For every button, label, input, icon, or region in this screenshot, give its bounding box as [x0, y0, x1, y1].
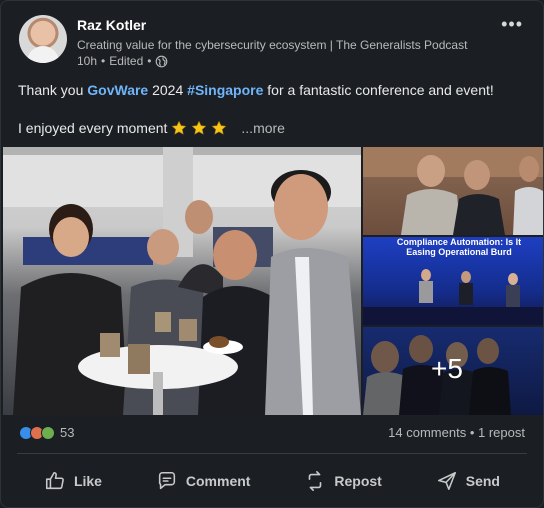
repost-icon — [309, 471, 322, 491]
post-text-suffix: for a fantastic conference and event! — [263, 82, 494, 98]
panel-banner-text: Compliance Automation: Is It Easing Oper… — [396, 237, 522, 257]
photo-panel-stage[interactable]: Compliance Automation: Is It Easing Oper… — [363, 237, 543, 325]
author-avatar[interactable] — [19, 15, 67, 63]
thumbs-up-icon — [45, 471, 64, 490]
star-icon — [192, 120, 207, 135]
group-photo-illustration — [3, 147, 361, 415]
actions-divider — [17, 453, 527, 454]
reactions-summary[interactable]: 53 — [19, 425, 74, 440]
post-text-line2: I enjoyed every moment ...more — [18, 120, 285, 136]
author-name[interactable]: Raz Kotler — [77, 17, 146, 33]
globe-icon — [156, 55, 168, 67]
comments-reposts: 14 comments • 1 repost — [388, 425, 525, 440]
support-reaction-icon — [41, 425, 55, 440]
photo-group-more[interactable]: +5 — [363, 327, 543, 415]
post-text-mid: 2024 — [148, 82, 188, 98]
reaction-count: 53 — [60, 425, 75, 440]
send-label: Send — [465, 473, 500, 489]
stats-dot: • — [469, 425, 475, 440]
post-text-prefix: Thank you — [18, 82, 88, 98]
feed-post-card: Raz Kotler Creating value for the cybers… — [0, 0, 544, 508]
repost-button[interactable]: Repost — [294, 462, 391, 500]
send-icon — [437, 471, 456, 491]
hashtag-singapore[interactable]: #Singapore — [187, 82, 263, 98]
photo-group-selfie[interactable] — [3, 147, 361, 415]
social-counts: 53 14 comments • 1 repost — [19, 425, 525, 445]
meta-separator: • — [101, 54, 106, 68]
like-button[interactable]: Like — [34, 462, 112, 500]
photo-top-illustration — [363, 147, 543, 235]
post-actions: Like Comment Repost Send — [17, 461, 527, 501]
mention-govware[interactable]: GovWare — [87, 82, 148, 98]
comments-count[interactable]: 14 comments — [388, 425, 466, 440]
more-options-icon[interactable]: ••• — [501, 14, 523, 35]
comment-icon — [158, 471, 176, 490]
repost-label: Repost — [334, 473, 382, 489]
more-photos-count[interactable]: +5 — [431, 353, 463, 385]
post-header: Raz Kotler Creating value for the cybers… — [19, 14, 531, 68]
post-text: Thank you GovWare 2024 #Singapore for a … — [18, 80, 525, 100]
star-icon — [172, 120, 187, 135]
reposts-count[interactable]: 1 repost — [478, 425, 525, 440]
like-label: Like — [73, 473, 102, 489]
author-headline: Creating value for the cybersecurity eco… — [77, 38, 468, 52]
post-time: 10h — [77, 54, 98, 68]
post-meta: 10h • Edited • — [77, 54, 168, 68]
comment-button[interactable]: Comment — [146, 462, 261, 500]
image-gallery: Compliance Automation: Is It Easing Oper… — [3, 147, 543, 417]
meta-separator-2: • — [147, 54, 152, 68]
star-icon — [212, 120, 227, 135]
post-line2-text: I enjoyed every moment — [18, 120, 168, 136]
comment-label: Comment — [185, 473, 251, 489]
photo-two-men-seated[interactable] — [363, 147, 543, 235]
send-button[interactable]: Send — [426, 462, 510, 500]
see-more-link[interactable]: ...more — [241, 120, 285, 136]
edited-label: Edited — [109, 54, 144, 68]
